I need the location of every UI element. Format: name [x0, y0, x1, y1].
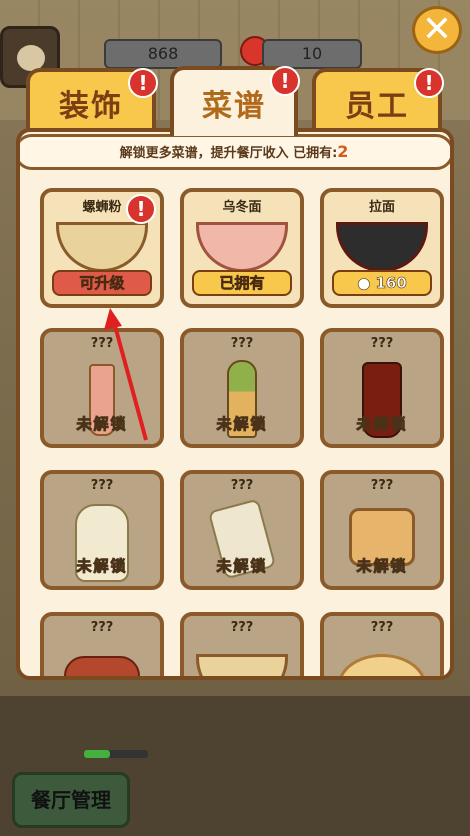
recipe-card-ramen[interactable]: 拉面 ● 160	[320, 188, 444, 308]
locked-label: 未解锁	[216, 557, 268, 576]
ramen-bowl-icon	[336, 222, 428, 272]
locked-label: 未解锁	[76, 557, 128, 576]
alert-badge-icon: !	[270, 66, 300, 96]
tomato-counter: 10	[262, 39, 362, 69]
recipe-name: ???	[370, 620, 394, 635]
close-icon: ✕	[421, 9, 453, 50]
locked-label: 未解锁	[356, 557, 408, 576]
coin-icon: ●	[357, 274, 376, 293]
alert-badge-icon: !	[414, 68, 444, 98]
upgrade-button[interactable]: 可升级	[52, 270, 152, 296]
alert-badge-icon: !	[128, 68, 158, 98]
info-bar: 解锁更多菜谱，提升餐厅收入 已拥有:2	[20, 134, 450, 170]
recipe-name: ???	[370, 478, 394, 493]
locked-label: 未解锁	[76, 415, 128, 434]
tab-decoration-label: 装饰	[59, 89, 123, 124]
locked-label: 未解锁	[216, 415, 268, 434]
locked-label: 未解锁	[356, 415, 408, 434]
tab-recipes-label: 菜谱	[202, 89, 266, 124]
tab-staff[interactable]: 员工 !	[312, 68, 444, 134]
recipe-card-locked[interactable]: ??? 未解锁	[180, 328, 304, 448]
recipe-card-locked[interactable]: ??? 未解锁	[320, 328, 444, 448]
recipe-card-locked[interactable]: ???	[320, 612, 444, 676]
recipe-card-udon[interactable]: 乌冬面 已拥有	[180, 188, 304, 308]
info-text: 解锁更多菜谱，提升餐厅收入 已拥有:	[119, 146, 338, 161]
tab-staff-label: 员工	[345, 89, 409, 124]
recipe-name: ???	[230, 336, 254, 351]
recipe-card-locked[interactable]: ??? 未解锁	[320, 470, 444, 590]
recipe-name: 拉面	[368, 200, 395, 215]
sausage-icon	[64, 656, 140, 676]
recipe-card-locked[interactable]: ??? 未解锁	[180, 470, 304, 590]
recipe-name: ???	[230, 478, 254, 493]
recipe-card-locked[interactable]: ???	[180, 612, 304, 676]
recipe-name: ???	[370, 336, 394, 351]
progress-bar	[84, 750, 148, 758]
owned-button[interactable]: 已拥有	[192, 270, 292, 296]
udon-bowl-icon	[196, 222, 288, 272]
owned-count: 2	[337, 142, 349, 161]
progress-bar-fill	[84, 750, 110, 758]
recipe-name: ???	[90, 478, 114, 493]
recipe-panel: 解锁更多菜谱，提升餐厅收入 已拥有:2 螺蛳粉 可升级 ! 乌冬面 已拥有 拉面…	[16, 128, 454, 680]
recipe-card-locked[interactable]: ??? 未解锁	[40, 328, 164, 448]
close-button[interactable]: ✕	[412, 6, 462, 54]
price-value: 160	[375, 274, 407, 293]
recipe-name: ???	[90, 336, 114, 351]
tab-recipes[interactable]: 菜谱 !	[170, 66, 300, 136]
coin-counter: 868	[104, 39, 222, 69]
recipe-card-luosifen[interactable]: 螺蛳粉 可升级 !	[40, 188, 164, 308]
recipe-card-locked[interactable]: ???	[40, 612, 164, 676]
hotpot-bowl-icon	[196, 654, 288, 676]
recipe-name: ???	[230, 620, 254, 635]
tab-decoration[interactable]: 装饰 !	[26, 68, 158, 134]
recipe-name: ???	[90, 620, 114, 635]
alert-badge-icon: !	[126, 194, 156, 224]
buy-button[interactable]: ● 160	[332, 270, 432, 296]
luosifen-bowl-icon	[56, 222, 148, 272]
restaurant-management-label: 餐厅管理	[31, 788, 111, 812]
pizza-icon	[338, 654, 426, 676]
restaurant-management-button[interactable]: 餐厅管理	[12, 772, 130, 828]
recipe-name: 乌冬面	[222, 200, 262, 215]
recipe-card-locked[interactable]: ??? 未解锁	[40, 470, 164, 590]
